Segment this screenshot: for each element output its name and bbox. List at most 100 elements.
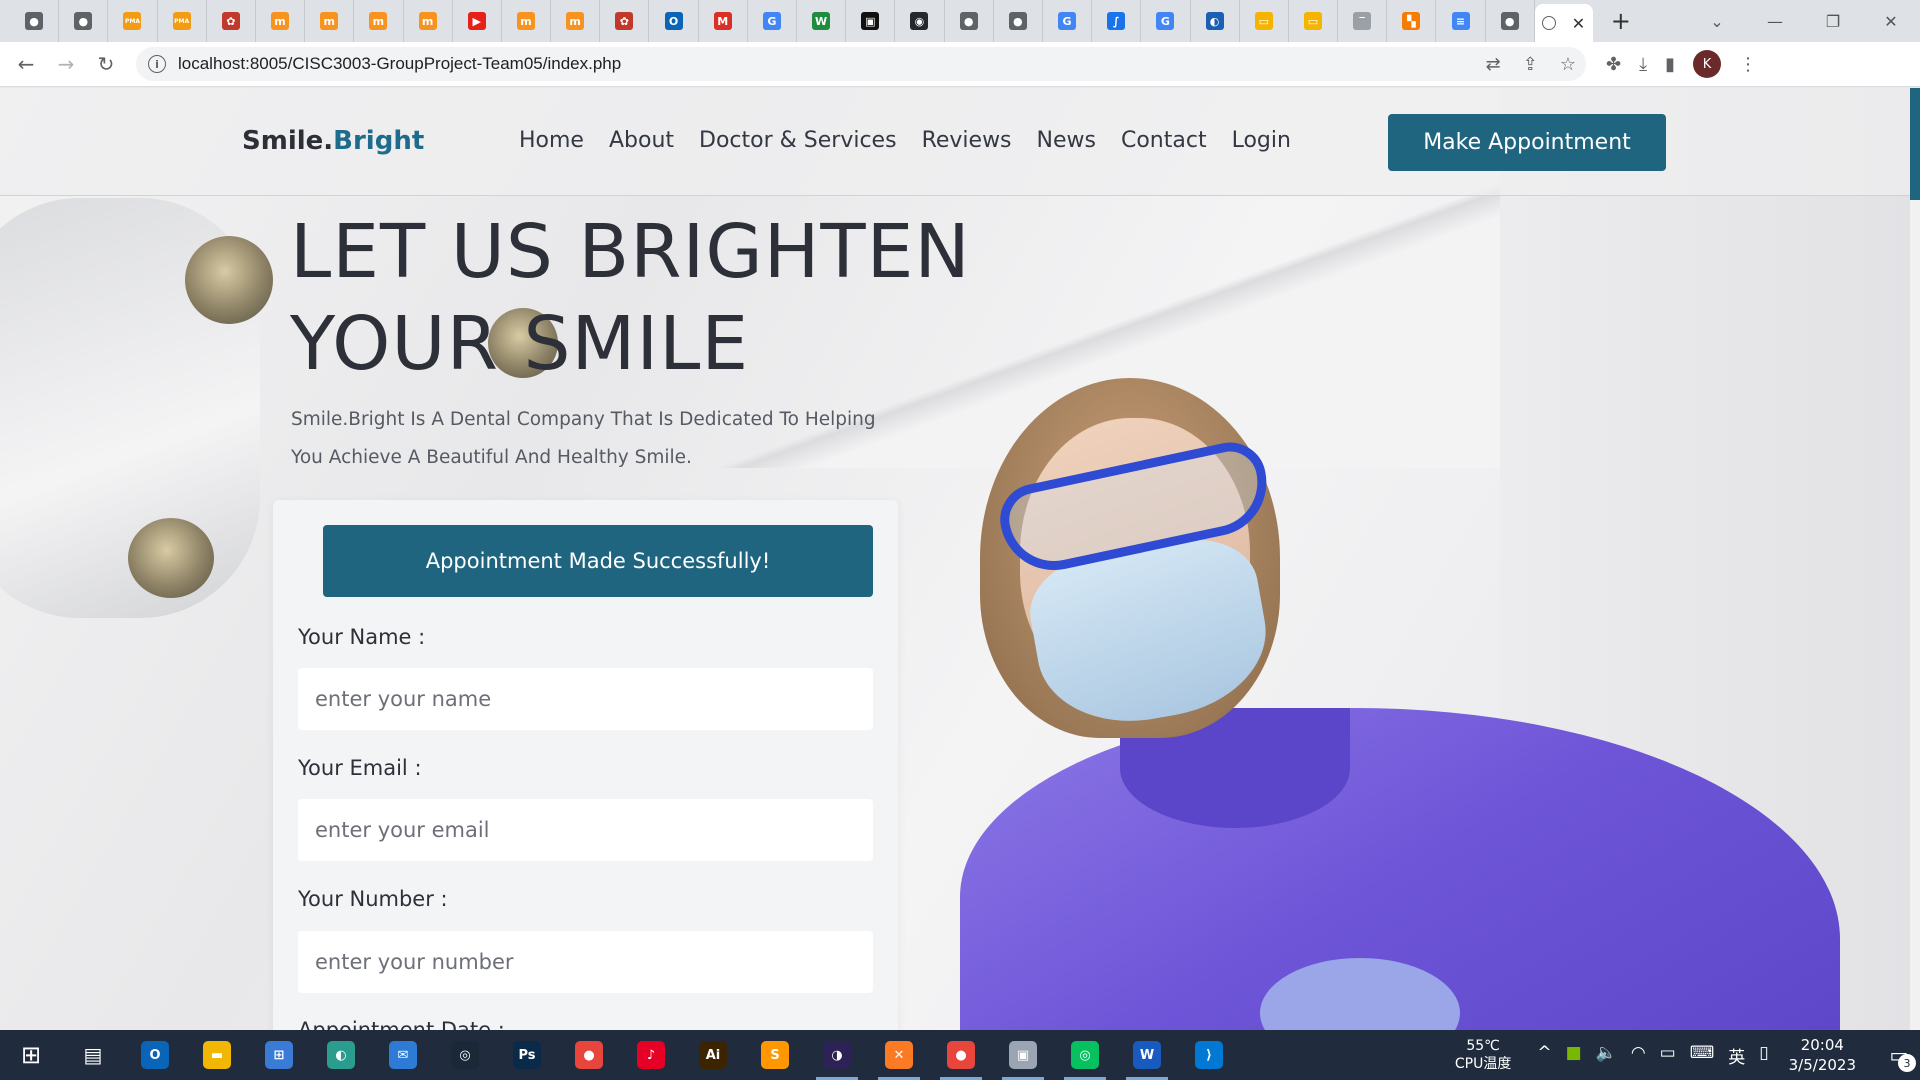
taskbar-app[interactable]: O xyxy=(124,1030,186,1080)
taskbar-app[interactable]: W xyxy=(1116,1030,1178,1080)
browser-tab[interactable]: m xyxy=(502,0,552,42)
taskbar-app[interactable]: ● xyxy=(558,1030,620,1080)
extensions-icon[interactable]: ✤ xyxy=(1606,54,1621,75)
taskbar-app[interactable]: ▣ xyxy=(992,1030,1054,1080)
browser-tab[interactable]: m xyxy=(305,0,355,42)
share-icon[interactable]: ⇪ xyxy=(1523,54,1538,75)
browser-tab[interactable]: ◐ xyxy=(1191,0,1240,42)
email-input[interactable] xyxy=(298,799,873,861)
browser-tab[interactable]: m xyxy=(551,0,601,42)
site-info-icon[interactable]: i xyxy=(148,55,166,73)
browser-tab[interactable]: m xyxy=(256,0,306,42)
taskbar-app[interactable]: Ps xyxy=(496,1030,558,1080)
taskbar-app[interactable]: S xyxy=(744,1030,806,1080)
ime-indicator[interactable]: 英 xyxy=(1728,1043,1745,1068)
nav-news[interactable]: News xyxy=(1037,128,1096,153)
browser-tab[interactable]: m xyxy=(354,0,404,42)
taskbar-app[interactable]: ⟩ xyxy=(1178,1030,1240,1080)
browser-tab[interactable]: M xyxy=(699,0,748,42)
browser-tab[interactable]: PMA xyxy=(158,0,207,42)
browser-tab[interactable]: ● xyxy=(59,0,109,42)
back-button[interactable]: ← xyxy=(6,44,46,84)
browser-tab[interactable]: ▶ xyxy=(453,0,502,42)
browser-tab[interactable]: ● xyxy=(994,0,1043,42)
taskbar-app[interactable]: ◑ xyxy=(806,1030,868,1080)
clock[interactable]: 20:04 3/5/2023 xyxy=(1789,1035,1856,1075)
forward-button[interactable]: → xyxy=(46,44,86,84)
browser-tab[interactable]: ▣ xyxy=(846,0,896,42)
start-button[interactable]: ⊞ xyxy=(0,1030,62,1080)
nav-doctor-services[interactable]: Doctor & Services xyxy=(699,128,897,153)
minimize-button[interactable]: — xyxy=(1746,12,1804,31)
gmail-icon: M xyxy=(713,12,732,30)
browser-tab-active[interactable]: ✕ xyxy=(1534,4,1593,42)
battery-icon[interactable]: ▭ xyxy=(1660,1043,1676,1068)
browser-tab[interactable]: O xyxy=(649,0,699,42)
make-appointment-button[interactable]: Make Appointment xyxy=(1388,114,1666,171)
browser-tab[interactable]: ∫ xyxy=(1092,0,1142,42)
browser-tab[interactable]: G xyxy=(1043,0,1093,42)
close-tab-icon[interactable]: ✕ xyxy=(1572,14,1585,33)
close-window-button[interactable]: ✕ xyxy=(1862,12,1920,31)
restore-button[interactable]: ❐ xyxy=(1804,12,1862,31)
taskbar-app[interactable]: ✉ xyxy=(372,1030,434,1080)
menu-kebab-icon[interactable]: ⋮ xyxy=(1739,54,1757,75)
name-input[interactable] xyxy=(298,668,873,730)
wifi-icon[interactable]: ◠ xyxy=(1631,1043,1646,1068)
taskbar-app[interactable]: ⊞ xyxy=(248,1030,310,1080)
browser-tab[interactable]: ◉ xyxy=(895,0,945,42)
page-scrollbar-thumb[interactable] xyxy=(1910,88,1920,200)
netease-music-icon: ♪ xyxy=(637,1041,665,1069)
browser-tab[interactable]: G xyxy=(748,0,797,42)
new-tab-button[interactable]: + xyxy=(1601,0,1641,42)
google-icon: G xyxy=(1058,12,1077,30)
address-bar[interactable]: i localhost:8005/CISC3003-GroupProject-T… xyxy=(136,47,1586,81)
nav-home[interactable]: Home xyxy=(519,128,584,153)
browser-tab[interactable]: ▭ xyxy=(1240,0,1289,42)
translate-icon[interactable]: ⇄ xyxy=(1486,54,1501,75)
notification-count-badge: 3 xyxy=(1898,1054,1916,1072)
keyboard-icon[interactable]: ⌨ xyxy=(1690,1043,1715,1068)
browser-tab[interactable]: ▚ xyxy=(1387,0,1437,42)
nav-login[interactable]: Login xyxy=(1232,128,1291,153)
nvidia-icon[interactable]: ■ xyxy=(1566,1043,1582,1068)
nav-contact[interactable]: Contact xyxy=(1121,128,1207,153)
profile-avatar[interactable]: K xyxy=(1692,50,1721,78)
browser-tab[interactable]: ● xyxy=(10,0,60,42)
taskbar-app[interactable]: ♪ xyxy=(620,1030,682,1080)
taskbar-app[interactable]: ◎ xyxy=(434,1030,496,1080)
notification-center-button[interactable]: ▭ 3 xyxy=(1878,1030,1920,1080)
clipboard-icon[interactable]: ▯ xyxy=(1759,1043,1768,1068)
side-panel-icon[interactable]: ▮ xyxy=(1665,54,1675,75)
nav-about[interactable]: About xyxy=(609,128,674,153)
nav-reviews[interactable]: Reviews xyxy=(922,128,1012,153)
number-input[interactable] xyxy=(298,931,873,993)
browser-tab[interactable]: ✿ xyxy=(600,0,650,42)
page-scrollbar[interactable] xyxy=(1910,88,1920,1030)
browser-tab[interactable]: ✿ xyxy=(207,0,256,42)
browser-tab[interactable]: ● xyxy=(945,0,994,42)
taskbar-app[interactable]: ▬ xyxy=(186,1030,248,1080)
photos-icon: ▣ xyxy=(1009,1041,1037,1069)
tab-search-icon[interactable]: ⌄ xyxy=(1688,12,1746,31)
site-logo[interactable]: Smile.Bright xyxy=(242,126,424,156)
taskbar-app[interactable]: ◐ xyxy=(310,1030,372,1080)
reload-button[interactable]: ↻ xyxy=(86,44,126,84)
browser-tab[interactable]: ● xyxy=(1486,0,1535,42)
bookmark-star-icon[interactable]: ☆ xyxy=(1560,54,1576,75)
browser-tab[interactable]: ≡ xyxy=(1436,0,1486,42)
browser-tab[interactable]: W xyxy=(797,0,847,42)
browser-tab[interactable]: ▭ xyxy=(1289,0,1339,42)
task-view-button[interactable]: ▤ xyxy=(62,1030,124,1080)
taskbar-app[interactable]: ● xyxy=(930,1030,992,1080)
browser-tab[interactable]: m xyxy=(404,0,453,42)
downloads-icon[interactable]: ⤓ xyxy=(1639,54,1647,75)
show-hidden-icons-chevron-icon[interactable]: ^ xyxy=(1537,1043,1551,1068)
taskbar-app[interactable]: ✕ xyxy=(868,1030,930,1080)
taskbar-app[interactable]: Ai xyxy=(682,1030,744,1080)
browser-tab[interactable]: ‾ xyxy=(1338,0,1388,42)
browser-tab[interactable]: G xyxy=(1141,0,1191,42)
volume-icon[interactable]: 🔈 xyxy=(1596,1043,1617,1068)
taskbar-app[interactable]: ◎ xyxy=(1054,1030,1116,1080)
browser-tab[interactable]: PMA xyxy=(108,0,158,42)
